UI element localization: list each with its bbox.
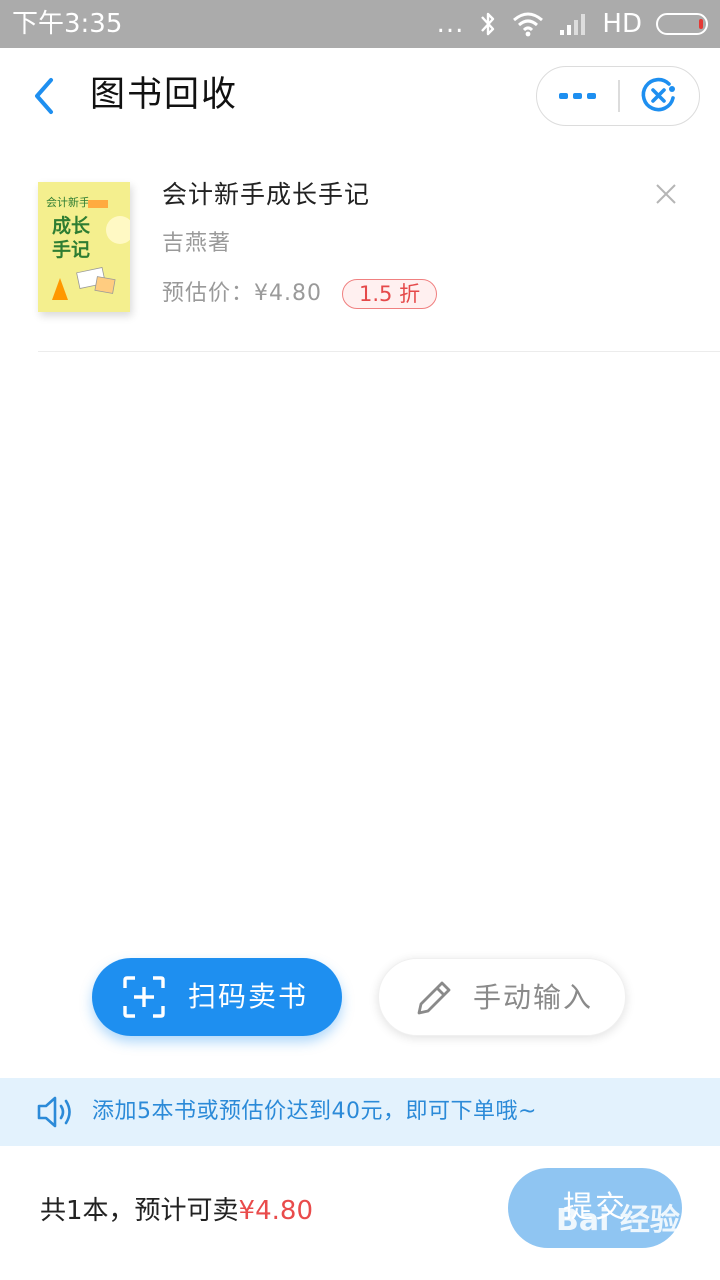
- order-summary: 共1本，预计可卖¥4.80: [40, 1192, 313, 1230]
- mini-program-capsule: [536, 66, 700, 126]
- cover-text-main-1: 成长: [52, 214, 91, 237]
- more-icon: [558, 93, 596, 99]
- bottom-bar: 共1本，预计可卖¥4.80 提交: [0, 1146, 720, 1280]
- scan-sell-label: 扫码卖书: [188, 980, 309, 1013]
- nav-bar: 图书回收: [0, 48, 720, 144]
- scan-icon: [123, 976, 165, 1018]
- pencil-icon: [417, 981, 451, 1015]
- book-author: 吉燕著: [162, 231, 232, 256]
- status-bar: 下午3:35 ... HD: [0, 0, 720, 48]
- back-button[interactable]: [24, 72, 64, 120]
- summary-amount: ¥4.80: [238, 1196, 313, 1226]
- book-list-item[interactable]: 会计新手 成长 手记 会计新手成长手记 吉燕著 预估价：¥4.80 1.5 折: [38, 168, 720, 352]
- signal-icon: [560, 14, 586, 35]
- status-icons: ... HD: [437, 6, 708, 42]
- page-title: 图书回收: [90, 75, 239, 115]
- book-estimated-price: 预估价：¥4.80: [162, 276, 322, 312]
- chevron-left-icon: [35, 78, 53, 114]
- cover-text-top: 会计新手: [46, 195, 90, 209]
- speaker-icon: [37, 1096, 71, 1128]
- battery-icon: [656, 13, 708, 35]
- cover-text-main-2: 手记: [52, 238, 90, 261]
- discount-badge: 1.5 折: [342, 279, 438, 309]
- more-button[interactable]: [537, 67, 618, 125]
- scan-sell-button[interactable]: 扫码卖书: [92, 958, 342, 1036]
- notice-text: 添加5本书或预估价达到40元，即可下单哦~: [92, 1099, 537, 1124]
- close-icon: [656, 184, 676, 204]
- status-time: 下午3:35: [12, 9, 123, 39]
- book-cover-image: 会计新手 成长 手记: [38, 182, 130, 312]
- price-value: ¥4.80: [254, 281, 322, 306]
- manual-input-button[interactable]: 手动输入: [378, 958, 626, 1036]
- remove-book-button[interactable]: [650, 178, 682, 210]
- summary-prefix: 共1本，预计可卖: [40, 1196, 239, 1226]
- close-circle-icon: [641, 77, 676, 112]
- manual-input-label: 手动输入: [473, 981, 594, 1014]
- submit-button[interactable]: 提交: [508, 1168, 682, 1248]
- network-type: HD: [602, 9, 642, 39]
- price-label: 预估价：: [162, 281, 255, 306]
- notice-bar: 添加5本书或预估价达到40元，即可下单哦~: [0, 1078, 720, 1146]
- bluetooth-icon: [481, 12, 495, 36]
- close-mini-program-button[interactable]: [620, 67, 699, 125]
- wifi-icon: [513, 12, 544, 37]
- notification-dots-icon: ...: [436, 9, 465, 39]
- book-title: 会计新手成长手记: [162, 180, 371, 209]
